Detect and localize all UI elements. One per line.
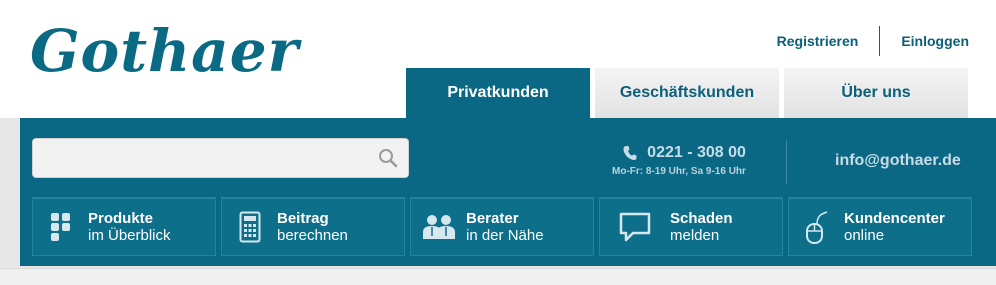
gothaer-logo[interactable]: Gothaer <box>30 22 299 80</box>
tab-privatkunden[interactable]: Privatkunden <box>406 68 590 118</box>
phone-number[interactable]: 0221 - 308 00 <box>647 144 746 162</box>
phone-contact: 0221 - 308 00 Mo-Fr: 8-19 Uhr, Sa 9-16 U… <box>612 144 746 177</box>
nav-schaden-button[interactable]: Schaden melden <box>599 197 783 256</box>
grid-icon <box>33 212 88 242</box>
phone-icon <box>623 146 637 160</box>
nav-beitrag-subtitle: berechnen <box>277 226 348 244</box>
service-nav: Produkte im Überblick Beitrag berechnen … <box>32 197 972 256</box>
nav-berater-subtitle: in der Nähe <box>466 226 544 244</box>
email-link[interactable]: info@gothaer.de <box>835 152 961 170</box>
nav-beitrag-title: Beitrag <box>277 209 329 227</box>
mouse-icon <box>789 210 844 244</box>
search-box <box>32 138 409 178</box>
nav-berater-title: Berater <box>466 209 519 227</box>
people-icon <box>411 214 466 240</box>
nav-produkte-subtitle: im Überblick <box>88 226 171 244</box>
page-bottom-strip <box>0 268 996 285</box>
search-input[interactable] <box>33 139 363 177</box>
header: Gothaer Registrieren Einloggen Privatkun… <box>0 0 996 118</box>
tab-geschaeftskunden[interactable]: Geschäftskunden <box>595 68 779 118</box>
top-links-divider <box>879 26 881 56</box>
opening-hours: Mo-Fr: 8-19 Uhr, Sa 9-16 Uhr <box>612 166 746 177</box>
calculator-icon <box>222 211 277 243</box>
top-links: Registrieren Einloggen <box>777 26 969 56</box>
nav-panel: 0221 - 308 00 Mo-Fr: 8-19 Uhr, Sa 9-16 U… <box>20 118 996 266</box>
nav-berater-button[interactable]: Berater in der Nähe <box>410 197 594 256</box>
login-link[interactable]: Einloggen <box>901 33 969 49</box>
nav-produkte-title: Produkte <box>88 209 154 227</box>
tab-ueber-uns[interactable]: Über uns <box>784 68 968 118</box>
main-tabs: Privatkunden Geschäftskunden Über uns <box>406 68 968 118</box>
nav-schaden-title: Schaden <box>670 209 733 227</box>
register-link[interactable]: Registrieren <box>777 33 859 49</box>
contact-divider <box>786 140 787 184</box>
speech-bubble-icon <box>600 212 670 242</box>
nav-produkte-button[interactable]: Produkte im Überblick <box>32 197 216 256</box>
nav-kundencenter-title: Kundencenter <box>844 209 945 227</box>
nav-kundencenter-button[interactable]: Kundencenter online <box>788 197 972 256</box>
nav-kundencenter-subtitle: online <box>844 226 885 244</box>
nav-schaden-subtitle: melden <box>670 226 720 244</box>
nav-beitrag-button[interactable]: Beitrag berechnen <box>221 197 405 256</box>
search-icon[interactable] <box>378 148 398 173</box>
